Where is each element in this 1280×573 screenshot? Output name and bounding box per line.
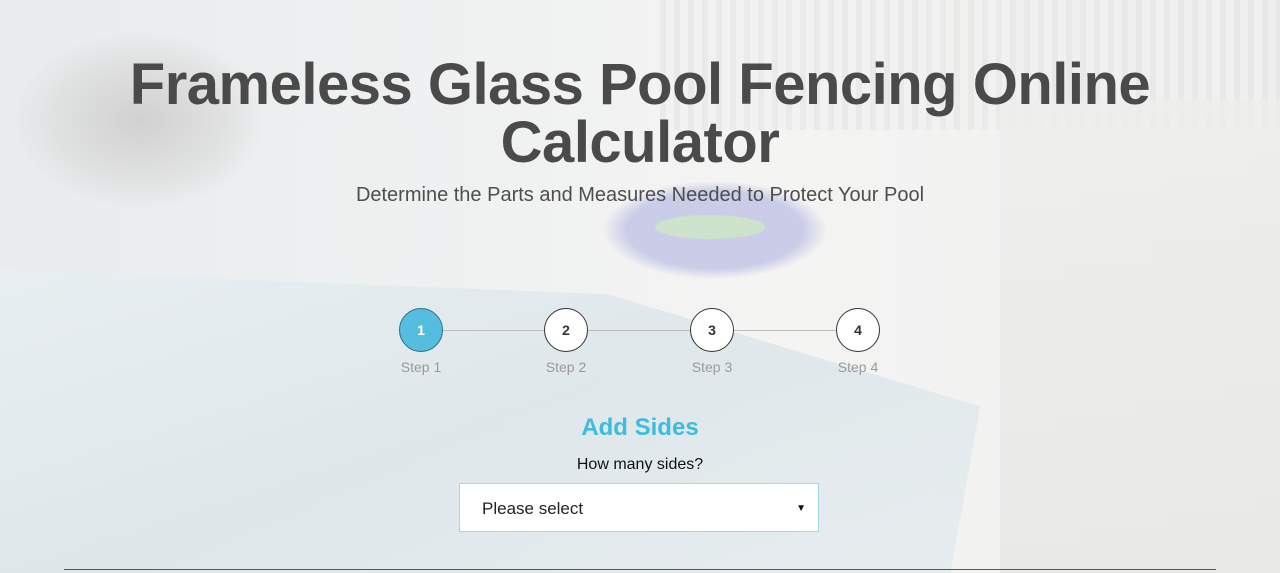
caret-down-icon: ▼ — [796, 503, 806, 514]
page-title-line-2: Calculator — [500, 110, 780, 175]
section-divider — [64, 569, 1216, 570]
step-1-circle[interactable]: 1 — [399, 308, 443, 352]
step-2[interactable]: 2 Step 2 — [544, 308, 588, 375]
step-2-label: Step 2 — [545, 359, 587, 375]
step-4-circle[interactable]: 4 — [836, 308, 880, 352]
step-2-circle[interactable]: 2 — [544, 308, 588, 352]
calculator-page: Frameless Glass Pool Fencing Online Calc… — [0, 0, 1280, 573]
step-track-line — [421, 330, 859, 331]
sides-count-select-value: Please select — [482, 499, 584, 518]
add-sides-heading: Add Sides — [581, 414, 699, 441]
step-1-label: Step 1 — [400, 359, 442, 375]
step-progress: 1 Step 1 2 Step 2 3 Step 3 4 Step 4 — [399, 308, 881, 378]
step-1[interactable]: 1 Step 1 — [399, 308, 443, 375]
step-3[interactable]: 3 Step 3 — [690, 308, 734, 375]
page-subtitle: Determine the Parts and Measures Needed … — [355, 184, 925, 206]
step-4-label: Step 4 — [837, 359, 879, 375]
step-3-label: Step 3 — [691, 359, 733, 375]
sides-count-select[interactable]: Please select ▼ — [459, 483, 819, 532]
sides-count-label: How many sides? — [576, 456, 704, 473]
step-3-circle[interactable]: 3 — [690, 308, 734, 352]
page-title: Frameless Glass Pool Fencing Online Calc… — [0, 56, 1280, 172]
step-4[interactable]: 4 Step 4 — [836, 308, 880, 375]
page-title-line-1: Frameless Glass Pool Fencing Online — [129, 52, 1151, 117]
